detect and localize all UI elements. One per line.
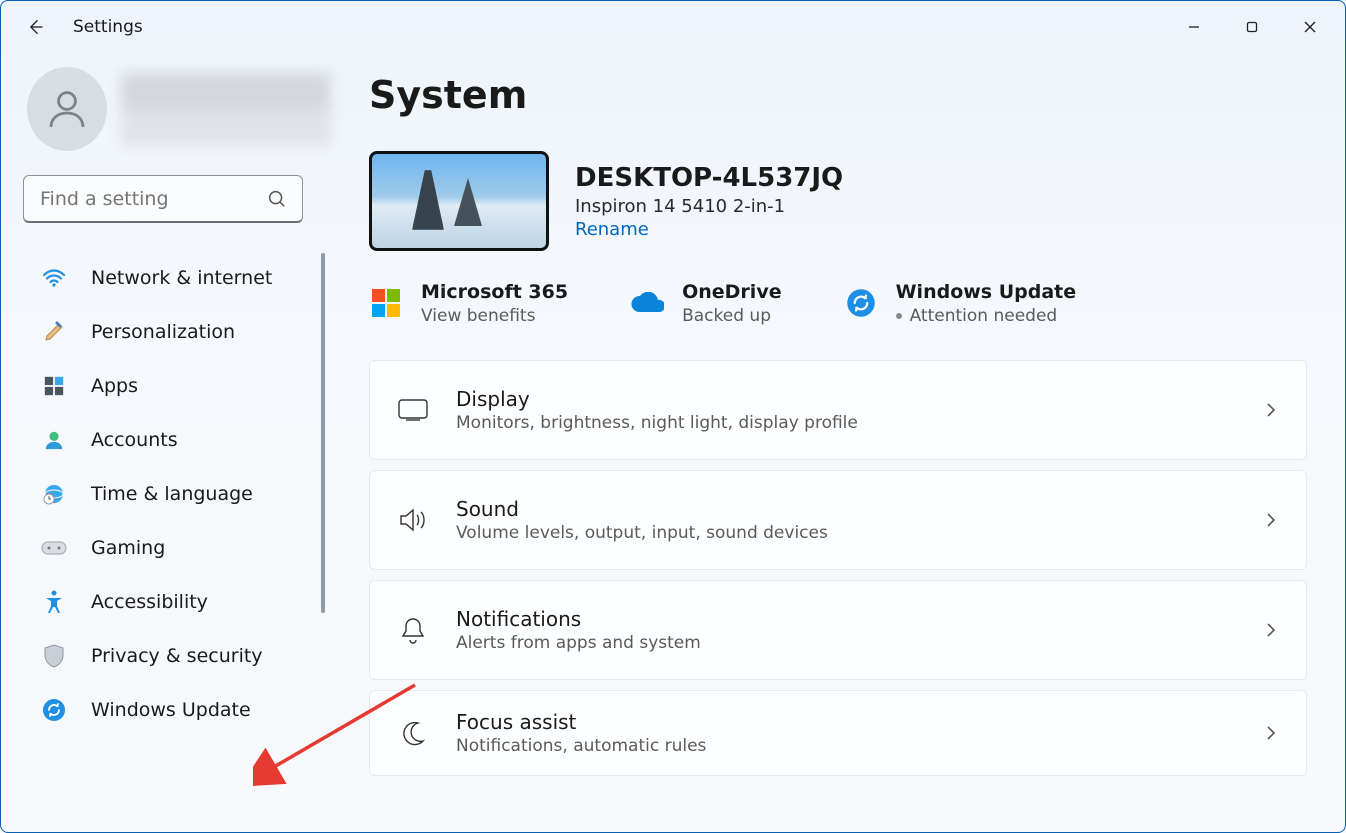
- tile-onedrive[interactable]: OneDrive Backed up: [630, 281, 782, 326]
- status-dot-icon: [896, 313, 902, 319]
- sound-icon: [398, 505, 428, 535]
- card-display[interactable]: Display Monitors, brightness, night ligh…: [369, 360, 1307, 460]
- tile-sub: Backed up: [682, 306, 782, 326]
- wifi-icon: [41, 265, 67, 291]
- tile-sub: Attention needed: [896, 306, 1077, 326]
- shield-icon: [41, 643, 67, 669]
- tile-title: Windows Update: [896, 281, 1077, 304]
- person-icon: [43, 85, 91, 133]
- card-sub: Monitors, brightness, night light, displ…: [456, 413, 858, 433]
- device-thumbnail[interactable]: [369, 151, 549, 251]
- moon-icon: [398, 718, 428, 748]
- card-notifications[interactable]: Notifications Alerts from apps and syste…: [369, 580, 1307, 680]
- main-pane: System DESKTOP-4L537JQ Inspiron 14 5410 …: [331, 53, 1345, 833]
- chevron-right-icon: [1264, 403, 1278, 417]
- sidebar-item-label: Network & internet: [91, 267, 272, 289]
- sidebar-item-network[interactable]: Network & internet: [27, 253, 331, 303]
- search-icon: [266, 188, 288, 210]
- card-sound[interactable]: Sound Volume levels, output, input, soun…: [369, 470, 1307, 570]
- chevron-right-icon: [1264, 623, 1278, 637]
- minimize-icon: [1188, 21, 1200, 33]
- card-sub: Alerts from apps and system: [456, 633, 701, 653]
- clock-globe-icon: [41, 481, 67, 507]
- link-tiles: Microsoft 365 View benefits OneDrive Bac…: [369, 281, 1307, 326]
- sync-icon: [844, 286, 878, 320]
- tile-title: Microsoft 365: [421, 281, 568, 304]
- settings-cards: Display Monitors, brightness, night ligh…: [369, 360, 1307, 776]
- sidebar-item-label: Windows Update: [91, 699, 251, 721]
- back-button[interactable]: [15, 7, 55, 47]
- sidebar-item-apps[interactable]: Apps: [27, 361, 331, 411]
- chevron-right-icon: [1264, 726, 1278, 740]
- card-title: Focus assist: [456, 710, 706, 734]
- sidebar-item-windows-update[interactable]: Windows Update: [27, 685, 331, 735]
- sidebar-item-label: Time & language: [91, 483, 253, 505]
- tile-sub: View benefits: [421, 306, 568, 326]
- device-name: DESKTOP-4L537JQ: [575, 162, 843, 195]
- arrow-left-icon: [25, 17, 45, 37]
- page-title: System: [369, 73, 1307, 117]
- search-field[interactable]: [23, 175, 303, 223]
- window-controls: [1165, 8, 1339, 46]
- sidebar-item-privacy[interactable]: Privacy & security: [27, 631, 331, 681]
- avatar: [27, 67, 107, 151]
- card-title: Notifications: [456, 607, 701, 631]
- nav: Network & internet Personalization Apps …: [27, 253, 331, 735]
- sidebar-item-accessibility[interactable]: Accessibility: [27, 577, 331, 627]
- microsoft-logo-icon: [369, 286, 403, 320]
- sidebar-item-label: Personalization: [91, 321, 235, 343]
- user-name-redacted: [121, 73, 331, 145]
- sidebar-item-label: Accessibility: [91, 591, 208, 613]
- gamepad-icon: [41, 535, 67, 561]
- card-sub: Volume levels, output, input, sound devi…: [456, 523, 828, 543]
- chevron-right-icon: [1264, 513, 1278, 527]
- maximize-button[interactable]: [1223, 8, 1281, 46]
- bell-icon: [398, 615, 428, 645]
- device-model: Inspiron 14 5410 2-in-1: [575, 196, 843, 217]
- accessibility-icon: [41, 589, 67, 615]
- card-sub: Notifications, automatic rules: [456, 736, 706, 756]
- sidebar-item-label: Gaming: [91, 537, 165, 559]
- tile-windows-update[interactable]: Windows Update Attention needed: [844, 281, 1077, 326]
- sidebar: Network & internet Personalization Apps …: [1, 53, 331, 833]
- titlebar: Settings: [1, 1, 1345, 53]
- minimize-button[interactable]: [1165, 8, 1223, 46]
- close-icon: [1304, 21, 1316, 33]
- close-button[interactable]: [1281, 8, 1339, 46]
- tile-microsoft-365[interactable]: Microsoft 365 View benefits: [369, 281, 568, 326]
- onedrive-icon: [630, 286, 664, 320]
- sidebar-item-label: Apps: [91, 375, 138, 397]
- apps-icon: [41, 373, 67, 399]
- search-input[interactable]: [38, 187, 256, 211]
- device-texts: DESKTOP-4L537JQ Inspiron 14 5410 2-in-1 …: [575, 162, 843, 241]
- maximize-icon: [1246, 21, 1258, 33]
- user-block[interactable]: [27, 67, 331, 151]
- sidebar-item-accounts[interactable]: Accounts: [27, 415, 331, 465]
- card-focus-assist[interactable]: Focus assist Notifications, automatic ru…: [369, 690, 1307, 776]
- device-row: DESKTOP-4L537JQ Inspiron 14 5410 2-in-1 …: [369, 151, 1307, 251]
- app-title: Settings: [73, 17, 143, 37]
- sidebar-item-label: Privacy & security: [91, 645, 263, 667]
- account-icon: [41, 427, 67, 453]
- display-icon: [398, 395, 428, 425]
- brush-icon: [41, 319, 67, 345]
- card-title: Display: [456, 387, 858, 411]
- sidebar-scrollbar[interactable]: [321, 253, 325, 613]
- sync-icon: [41, 697, 67, 723]
- rename-link[interactable]: Rename: [575, 219, 843, 240]
- sidebar-item-time-language[interactable]: Time & language: [27, 469, 331, 519]
- card-title: Sound: [456, 497, 828, 521]
- tile-title: OneDrive: [682, 281, 782, 304]
- tile-sub-text: Attention needed: [910, 306, 1058, 326]
- sidebar-item-label: Accounts: [91, 429, 178, 451]
- sidebar-item-gaming[interactable]: Gaming: [27, 523, 331, 573]
- sidebar-item-personalization[interactable]: Personalization: [27, 307, 331, 357]
